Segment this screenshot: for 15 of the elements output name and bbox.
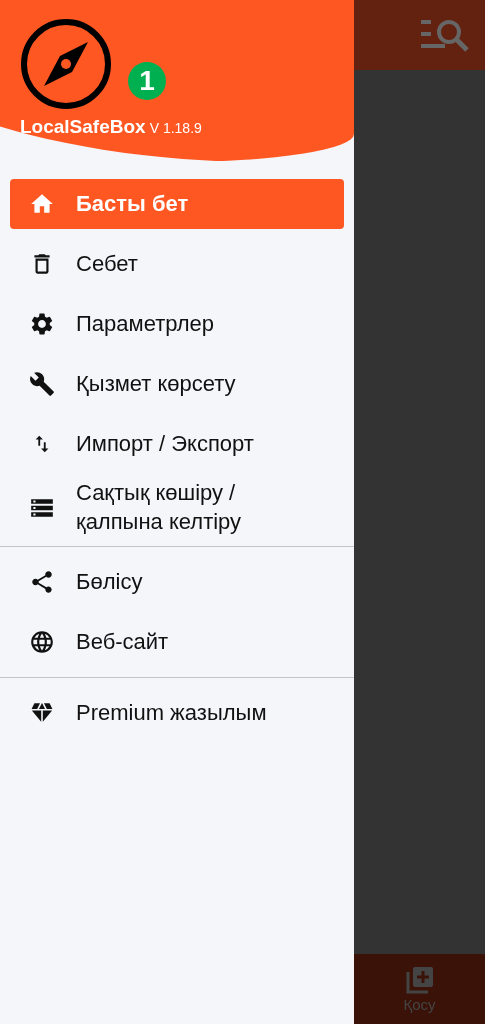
add-icon[interactable]: [405, 965, 434, 994]
menu-item[interactable]: Premium жазылым: [10, 688, 344, 739]
wrench-icon: [28, 371, 56, 397]
globe-icon: [28, 629, 56, 656]
app-version: V 1.18.9: [149, 120, 202, 136]
menu-item[interactable]: Бөлісу: [10, 557, 344, 608]
menu-item[interactable]: Импорт / Экспорт: [10, 419, 344, 469]
count-badge: 1: [128, 62, 166, 100]
menu-item[interactable]: Сақтық көшіру / қалпына келтіру: [10, 479, 344, 537]
menu-item[interactable]: Параметрлер: [10, 299, 344, 349]
compass-icon: [20, 18, 112, 110]
menu-item[interactable]: Веб-сайт: [10, 617, 344, 668]
app-name: LocalSafeBox: [20, 116, 146, 138]
menu-item[interactable]: Қызмет көрсету: [10, 359, 344, 409]
menu-item[interactable]: Себет: [10, 239, 344, 289]
